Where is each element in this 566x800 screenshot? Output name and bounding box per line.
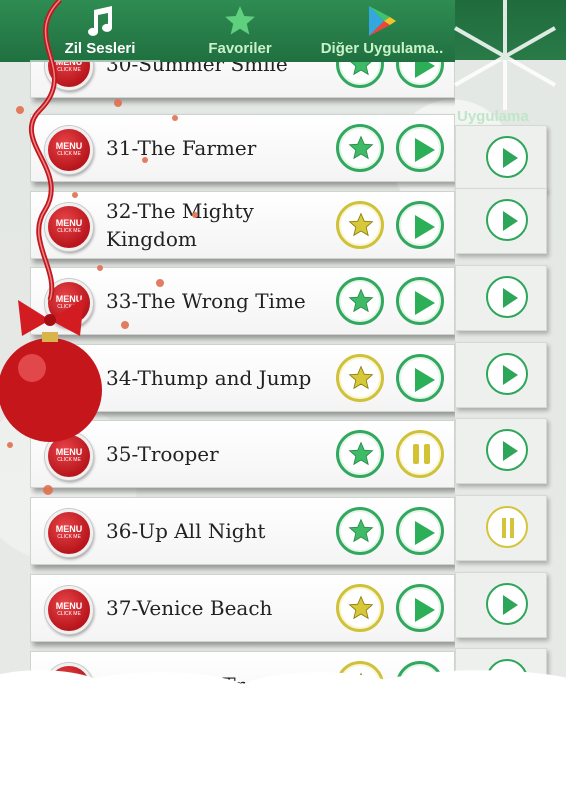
ringtone-title: 32-The Mighty Kingdom	[106, 199, 254, 251]
star-icon	[348, 212, 374, 242]
favorite-button[interactable]	[336, 62, 384, 88]
ringtone-title: 33-The Wrong Time	[106, 289, 306, 313]
menu-badge[interactable]: MENUCLICK ME	[45, 203, 93, 251]
play-button[interactable]	[396, 62, 444, 88]
favorite-button[interactable]	[336, 507, 384, 555]
star-icon	[348, 441, 374, 471]
menu-badge[interactable]: MENUCLICK ME	[45, 62, 93, 90]
menu-badge-sublabel: CLICK ME	[57, 457, 81, 463]
tab-ringtones[interactable]: Zil Sesleri	[45, 0, 155, 62]
favorite-button[interactable]	[336, 124, 384, 172]
play-icon	[415, 138, 435, 162]
play-button[interactable]	[396, 354, 444, 402]
tab-ringtones-label: Zil Sesleri	[64, 40, 136, 57]
play-icon	[415, 62, 435, 78]
play-icon	[415, 291, 435, 315]
play-button[interactable]	[396, 124, 444, 172]
ringtone-title: 30-Summer Smile	[106, 62, 288, 76]
tab-favorites-label: Favoriler	[208, 40, 272, 57]
background-ghost-list: Uygulama	[455, 80, 547, 740]
play-store-icon	[366, 4, 398, 42]
ringtone-title: 37-Venice Beach	[106, 596, 273, 620]
menu-badge[interactable]: MENUCLICK ME	[45, 126, 93, 174]
ringtone-title: 36-Up All Night	[106, 519, 266, 543]
list-item[interactable]: MENU CLICK ME 36-Up All Night	[30, 497, 455, 565]
ringtone-title: 34-Thump and Jump	[106, 366, 312, 390]
menu-badge-label: MENU	[55, 447, 83, 457]
ghost-header-label: Uygulama	[457, 108, 529, 125]
menu-badge-sublabel: CLICK ME	[57, 228, 81, 234]
play-icon	[415, 215, 435, 239]
menu-badge[interactable]: MENUCLICK ME	[45, 432, 93, 480]
play-button[interactable]	[396, 201, 444, 249]
play-button[interactable]	[396, 507, 444, 555]
menu-badge-sublabel: CLICK ME	[57, 534, 81, 540]
menu-badge[interactable]: MENUCLICK ME	[45, 279, 93, 327]
play-icon	[415, 521, 435, 545]
play-button[interactable]	[396, 584, 444, 632]
star-icon	[223, 4, 257, 42]
favorite-button[interactable]	[336, 354, 384, 402]
menu-badge-label: MENU	[55, 601, 83, 611]
menu-badge-label: MENU	[55, 141, 83, 151]
menu-badge[interactable]: MENUCLICK ME	[45, 509, 93, 557]
pause-button[interactable]	[396, 430, 444, 478]
list-item[interactable]: MENU CLICK ME 33-The Wrong Time	[30, 267, 455, 335]
play-button[interactable]	[396, 277, 444, 325]
menu-badge-label: MENU	[55, 524, 83, 534]
list-item[interactable]: MENU CLICK ME 30-Summer Smile	[30, 62, 455, 98]
menu-badge-sublabel: CLICK ME	[57, 67, 81, 73]
list-item[interactable]: MENU CLICK ME 34-Thump and Jump	[30, 344, 455, 412]
list-item[interactable]: MENU CLICK ME 32-The Mighty Kingdom	[30, 191, 455, 259]
tab-favorites[interactable]: Favoriler	[190, 0, 290, 62]
star-icon	[348, 62, 374, 81]
ringtone-title: 35-Trooper	[106, 442, 219, 466]
menu-badge-label: MENU	[55, 371, 83, 381]
pause-icon	[413, 444, 419, 464]
menu-badge-label: MENU	[55, 218, 83, 228]
menu-badge-sublabel: CLICK ME	[57, 381, 81, 387]
menu-badge-sublabel: CLICK ME	[57, 611, 81, 617]
play-icon	[415, 368, 435, 392]
play-icon	[415, 598, 435, 622]
favorite-button[interactable]	[336, 277, 384, 325]
favorite-button[interactable]	[336, 430, 384, 478]
snow-footer	[0, 670, 566, 800]
music-note-icon	[83, 4, 117, 42]
star-icon	[348, 365, 374, 395]
menu-badge[interactable]: MENUCLICK ME	[45, 586, 93, 634]
star-icon	[348, 288, 374, 318]
list-item[interactable]: MENU CLICK ME 31-The Farmer	[30, 114, 455, 182]
list-item[interactable]: MENU CLICK ME 37-Venice Beach	[30, 574, 455, 642]
top-tab-bar: Zil Sesleri Favoriler Diğer Uygulama..	[0, 0, 455, 63]
ringtone-list[interactable]: MENU CLICK ME 30-Summer Smile MENU CLICK ME 3…	[30, 62, 455, 702]
menu-badge-sublabel: CLICK ME	[57, 151, 81, 157]
ringtone-title: 31-The Farmer	[106, 136, 257, 160]
list-item[interactable]: MENU CLICK ME 35-Trooper	[30, 420, 455, 488]
favorite-button[interactable]	[336, 584, 384, 632]
tab-other-apps-label: Diğer Uygulama..	[320, 40, 444, 57]
star-icon	[348, 595, 374, 625]
star-icon	[348, 135, 374, 165]
favorite-button[interactable]	[336, 201, 384, 249]
menu-badge[interactable]: MENUCLICK ME	[45, 356, 93, 404]
menu-badge-sublabel: CLICK ME	[57, 304, 81, 310]
tab-other-apps[interactable]: Diğer Uygulama..	[312, 0, 452, 62]
menu-badge-label: MENU	[55, 294, 83, 304]
star-icon	[348, 518, 374, 548]
